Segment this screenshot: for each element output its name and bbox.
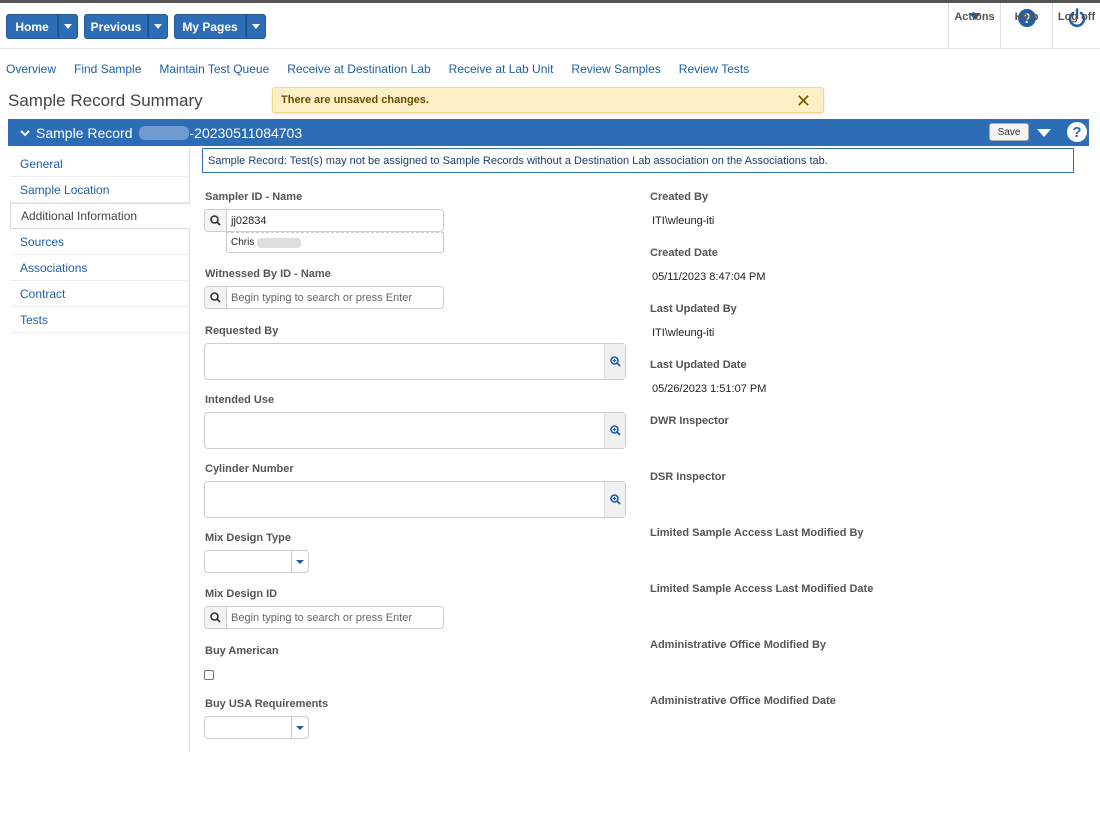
admin-office-modified-by-label: Administrative Office Modified By [650, 639, 827, 651]
nav-link-review-samples[interactable]: Review Samples [571, 62, 660, 76]
actions-button[interactable]: Actions [948, 3, 1000, 49]
previous-split-button: Previous [84, 14, 168, 39]
sidebar-item-additional-information[interactable]: Additional Information [10, 203, 190, 229]
redacted-name [257, 237, 302, 248]
dwr-inspector-label: DWR Inspector [650, 415, 729, 427]
zoom-in-icon[interactable] [604, 482, 625, 517]
sampler-suggestion[interactable]: Chris [226, 232, 444, 253]
unsaved-changes-alert: There are unsaved changes. ✕ [272, 87, 824, 113]
mix-design-id-label: Mix Design ID [205, 588, 278, 600]
nav-link-receive-destination-lab[interactable]: Receive at Destination Lab [287, 62, 430, 76]
record-help-icon[interactable]: ? [1067, 122, 1087, 142]
actions-label: Actions [954, 11, 995, 23]
info-banner: Sample Record: Test(s) may not be assign… [202, 148, 1074, 173]
log-off-button[interactable]: Log off [1052, 3, 1100, 49]
mix-design-id-field[interactable]: Begin typing to search or press Enter [204, 606, 444, 629]
chevron-down-icon[interactable] [20, 128, 30, 138]
intended-use-label: Intended Use [205, 394, 275, 406]
page-title: Sample Record Summary [8, 91, 203, 110]
last-updated-by-label: Last Updated By [650, 303, 737, 315]
redacted-record-id [138, 125, 189, 140]
my-pages-dropdown-button[interactable] [246, 14, 266, 39]
sidebar: General Sample Location Additional Infor… [10, 148, 190, 752]
nav-link-maintain-test-queue[interactable]: Maintain Test Queue [159, 62, 269, 76]
unsaved-message: There are unsaved changes. [281, 94, 429, 106]
zoom-in-icon[interactable] [604, 413, 625, 448]
top-right-actions: Actions ? Help Log off [948, 3, 1100, 49]
witnessed-field[interactable]: Begin typing to search or press Enter [204, 286, 444, 309]
sidebar-item-sources[interactable]: Sources [10, 229, 189, 255]
close-icon[interactable]: ✕ [796, 91, 811, 111]
last-updated-date-label: Last Updated Date [650, 359, 747, 371]
buy-american-label: Buy American [205, 645, 279, 657]
sampler-value: jj02834 [231, 214, 267, 227]
chevron-down-icon[interactable] [291, 551, 308, 572]
help-label: Help [1014, 11, 1039, 23]
cylinder-number-field[interactable] [204, 481, 626, 518]
mix-design-id-placeholder: Begin typing to search or press Enter [231, 611, 412, 624]
previous-button[interactable]: Previous [84, 14, 148, 39]
created-date-value: 05/11/2023 8:47:04 PM [652, 271, 766, 283]
log-off-label: Log off [1057, 11, 1096, 23]
lsa-modified-by-label: Limited Sample Access Last Modified By [650, 527, 864, 539]
previous-dropdown-button[interactable] [148, 14, 168, 39]
mix-design-type-label: Mix Design Type [205, 532, 291, 544]
lsa-modified-date-label: Limited Sample Access Last Modified Date [650, 583, 874, 595]
sidebar-item-sample-location[interactable]: Sample Location [10, 177, 189, 203]
created-date-label: Created Date [650, 247, 718, 259]
suggestion-name: Chris [231, 237, 255, 248]
help-button[interactable]: ? Help [1000, 3, 1052, 49]
witnessed-placeholder: Begin typing to search or press Enter [231, 291, 412, 304]
record-title: Sample Record [36, 124, 133, 141]
buy-usa-select[interactable] [204, 716, 309, 739]
nav-link-review-tests[interactable]: Review Tests [679, 62, 749, 76]
search-icon[interactable] [205, 287, 227, 308]
requested-by-label: Requested By [205, 325, 279, 337]
sampler-label: Sampler ID - Name [205, 191, 303, 203]
mypages-split-button: My Pages [174, 14, 266, 39]
home-split-button: Home [6, 14, 78, 39]
mix-design-type-select[interactable] [204, 550, 309, 573]
admin-office-modified-date-label: Administrative Office Modified Date [650, 695, 836, 707]
record-header-bar: Sample Record -20230511084703 Save ? [8, 119, 1089, 146]
sidebar-item-associations[interactable]: Associations [10, 255, 189, 281]
cylinder-number-label: Cylinder Number [205, 463, 294, 475]
last-updated-by-value: ITI\wleung-iti [652, 327, 715, 339]
intended-use-field[interactable] [204, 412, 626, 449]
dsr-inspector-label: DSR Inspector [650, 471, 726, 483]
sampler-field[interactable]: jj02834 [204, 209, 444, 232]
sidebar-item-tests[interactable]: Tests [10, 307, 189, 333]
nav-link-find-sample[interactable]: Find Sample [74, 62, 141, 76]
requested-by-field[interactable] [204, 343, 626, 380]
home-button[interactable]: Home [6, 14, 58, 39]
caret-down-icon [64, 24, 72, 29]
caret-down-icon [154, 24, 162, 29]
sidebar-item-general[interactable]: General [10, 151, 189, 177]
witnessed-label: Witnessed By ID - Name [205, 268, 331, 280]
chevron-down-icon[interactable] [291, 717, 308, 738]
caret-down-icon [252, 24, 260, 29]
zoom-in-icon[interactable] [604, 344, 625, 379]
secondary-nav: Overview Find Sample Maintain Test Queue… [6, 62, 767, 76]
home-dropdown-button[interactable] [58, 14, 78, 39]
my-pages-button[interactable]: My Pages [174, 14, 246, 39]
sidebar-item-contract[interactable]: Contract [10, 281, 189, 307]
record-id: -20230511084703 [189, 124, 303, 141]
buy-usa-label: Buy USA Requirements [205, 698, 329, 710]
created-by-value: ITI\wleung-iti [652, 215, 715, 227]
last-updated-date-value: 05/26/2023 1:51:07 PM [652, 383, 767, 395]
buy-american-checkbox[interactable] [204, 670, 214, 680]
save-button[interactable]: Save [989, 123, 1029, 141]
record-menu-caret-icon[interactable] [1037, 129, 1051, 137]
top-toolbar: Home Previous My Pages Actions ? Help Lo… [0, 3, 1100, 49]
nav-link-overview[interactable]: Overview [6, 62, 56, 76]
created-by-label: Created By [650, 191, 709, 203]
search-icon[interactable] [205, 607, 227, 628]
nav-link-receive-lab-unit[interactable]: Receive at Lab Unit [449, 62, 554, 76]
search-icon[interactable] [205, 210, 227, 231]
